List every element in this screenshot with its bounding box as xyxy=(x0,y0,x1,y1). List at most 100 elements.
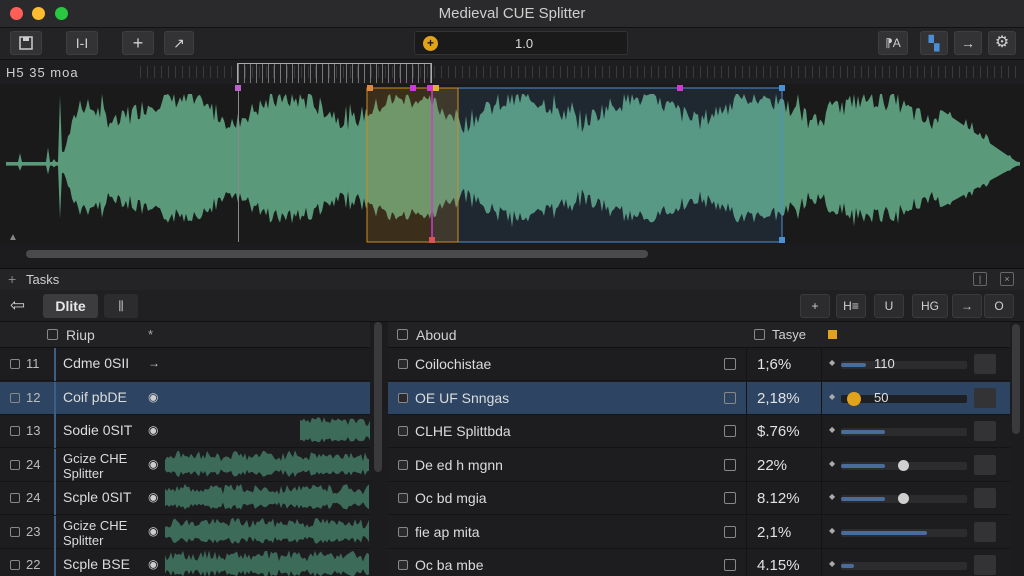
track-checkbox[interactable] xyxy=(10,459,20,470)
task-table-scrollbar[interactable] xyxy=(1012,324,1020,434)
task-row[interactable]: CLHE Splittbda $.76% ◆ xyxy=(388,415,1010,448)
trim-button[interactable]: I-I xyxy=(66,31,98,55)
slider-end-box[interactable] xyxy=(974,354,996,374)
slider-end-box[interactable] xyxy=(974,555,996,575)
tasks-hg-button[interactable]: HG xyxy=(912,294,948,318)
track-row[interactable]: 11 Cdme 0SII → xyxy=(0,348,370,381)
slider-end-box[interactable] xyxy=(974,454,996,475)
track-checkbox[interactable] xyxy=(10,359,20,369)
track-row[interactable]: 13 Sodie 0SIT ◉ xyxy=(0,415,370,448)
select-all-checkbox[interactable] xyxy=(47,329,58,340)
task-row[interactable]: De ed h mgnn 22% ◆ xyxy=(388,448,1010,482)
task-row[interactable]: Oc bd mgia 8.12% ◆ xyxy=(388,482,1010,515)
visibility-eye-icon[interactable]: ◉ xyxy=(148,490,158,504)
marker-handle-6[interactable] xyxy=(779,85,785,91)
task-checkbox[interactable] xyxy=(398,426,408,436)
task-checkbox[interactable] xyxy=(398,392,408,403)
track-row[interactable]: 23 Gcize CHE Splitter ◉ xyxy=(0,515,370,549)
track-row[interactable]: 12 Coif pbDE ◉ xyxy=(0,381,370,415)
task-slider[interactable] xyxy=(841,391,967,406)
marker-handle-4[interactable] xyxy=(433,85,439,91)
visibility-eye-icon[interactable]: ◉ xyxy=(148,524,158,538)
tasks-add-button[interactable]: + xyxy=(800,294,830,318)
track-checkbox[interactable] xyxy=(10,426,20,436)
tasks-list-button[interactable]: H≡ xyxy=(836,294,866,318)
visibility-eye-icon[interactable]: ◉ xyxy=(148,423,158,437)
track-row[interactable]: 24 Gcize CHE Splitter ◉ xyxy=(0,448,370,482)
track-row[interactable]: 24 Scple 0SIT ◉ xyxy=(0,482,370,515)
slider-knob[interactable] xyxy=(847,391,861,406)
panel-split-icon[interactable]: | xyxy=(973,272,987,286)
marker-handle-2[interactable] xyxy=(410,85,416,91)
task-slider[interactable] xyxy=(841,528,967,537)
add-button[interactable]: + xyxy=(122,31,154,55)
task-toggle-checkbox[interactable] xyxy=(724,358,736,370)
slider-end-box[interactable] xyxy=(974,521,996,542)
task-toggle-checkbox[interactable] xyxy=(724,525,736,538)
track-checkbox[interactable] xyxy=(10,392,20,403)
scrollbar-thumb[interactable] xyxy=(26,250,648,258)
back-arrow-icon[interactable]: ⇦ xyxy=(10,295,25,316)
save-button[interactable] xyxy=(10,31,42,55)
task-row[interactable]: Oc ba mbe 4.15% ◆ xyxy=(388,549,1010,576)
track-checkbox[interactable] xyxy=(10,526,20,537)
track-checkbox[interactable] xyxy=(10,560,20,570)
tasks-add-icon[interactable]: + xyxy=(8,271,16,287)
visibility-eye-icon[interactable]: ◉ xyxy=(148,390,158,404)
tab-columns[interactable]: ⫼ xyxy=(104,294,138,318)
text-tool-button[interactable]: ⁋A xyxy=(878,31,908,55)
task-toggle-checkbox[interactable] xyxy=(724,492,736,504)
cue-region-orange[interactable] xyxy=(366,87,459,243)
visibility-eye-icon[interactable]: → xyxy=(148,356,160,370)
tasks-next-button[interactable]: → xyxy=(952,294,982,318)
expand-button[interactable]: ↗ xyxy=(164,31,194,55)
tasye-checkbox[interactable] xyxy=(754,329,765,340)
track-checkbox[interactable] xyxy=(10,493,20,503)
marker-button[interactable]: ▚ xyxy=(920,31,948,55)
slider-end-box[interactable] xyxy=(974,488,996,508)
task-checkbox[interactable] xyxy=(398,493,408,503)
next-button[interactable]: → xyxy=(954,31,982,55)
timeline-ruler[interactable]: H5 35 moa xyxy=(0,60,1024,84)
task-checkbox[interactable] xyxy=(398,526,408,537)
track-list-scrollbar[interactable] xyxy=(374,322,382,472)
ruler-selection[interactable] xyxy=(237,63,432,83)
tasks-u-button[interactable]: U xyxy=(874,294,904,318)
visibility-eye-icon[interactable]: ◉ xyxy=(148,557,158,571)
zoom-field[interactable]: + 1.0 xyxy=(414,31,628,55)
marker-handle-1[interactable] xyxy=(367,85,373,91)
marker-handle-8[interactable] xyxy=(429,237,435,243)
task-slider[interactable] xyxy=(841,459,967,471)
task-row[interactable]: fie ap mita 2,1% ◆ xyxy=(388,515,1010,549)
task-toggle-checkbox[interactable] xyxy=(724,391,736,404)
visibility-eye-icon[interactable]: ◉ xyxy=(148,457,158,471)
waveform-view[interactable] xyxy=(0,84,1024,244)
task-slider[interactable] xyxy=(841,562,967,570)
task-slider[interactable] xyxy=(841,428,967,436)
marker-handle-5[interactable] xyxy=(677,85,683,91)
slider-end-box[interactable] xyxy=(974,387,996,408)
task-row[interactable]: Coilochistae 1;6% ◆ 110 xyxy=(388,348,1010,381)
about-select-all-checkbox[interactable] xyxy=(397,329,408,340)
marker-handle-3[interactable] xyxy=(427,85,433,91)
selection-start-line[interactable] xyxy=(238,88,239,242)
task-checkbox[interactable] xyxy=(398,459,408,470)
task-checkbox[interactable] xyxy=(398,560,408,570)
settings-gear-button[interactable]: ⚙ xyxy=(988,31,1016,55)
slider-knob[interactable] xyxy=(898,459,909,471)
slider-knob[interactable] xyxy=(898,493,909,504)
slider-end-box[interactable] xyxy=(974,421,996,441)
tasks-o-button[interactable]: O xyxy=(984,294,1014,318)
marker-handle-7[interactable] xyxy=(779,237,785,243)
marker-handle-0[interactable] xyxy=(235,85,241,91)
cue-selection-region[interactable] xyxy=(431,87,783,243)
task-toggle-checkbox[interactable] xyxy=(724,425,736,437)
tab-dlite[interactable]: Dlite xyxy=(43,294,98,318)
task-row[interactable]: OE UF Snngas 2,18% ◆ 50 xyxy=(388,381,1010,415)
panel-close-icon[interactable]: × xyxy=(1000,272,1014,286)
task-toggle-checkbox[interactable] xyxy=(724,458,736,471)
task-toggle-checkbox[interactable] xyxy=(724,559,736,571)
task-checkbox[interactable] xyxy=(398,359,408,369)
horizontal-scrollbar[interactable] xyxy=(0,244,1024,264)
track-row[interactable]: 22 Scple BSE ◉ xyxy=(0,549,370,576)
